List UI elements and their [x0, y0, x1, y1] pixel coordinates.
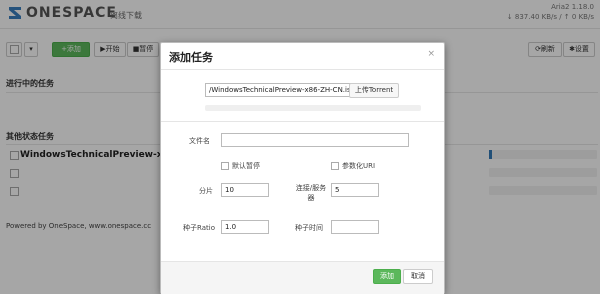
url-input[interactable]: /WindowsTechnicalPreview-x86-ZH-CN.iso: [205, 83, 351, 97]
seed-time-input[interactable]: [331, 220, 379, 234]
upload-torrent-button[interactable]: 上传Torrent: [349, 83, 399, 98]
seed-ratio-input[interactable]: 1.0: [221, 220, 269, 234]
param-uri-label: 参数化URI: [342, 162, 376, 170]
drop-zone[interactable]: [205, 105, 421, 111]
filename-input[interactable]: [221, 133, 409, 147]
cancel-button[interactable]: 取消: [403, 269, 433, 284]
checkbox-icon[interactable]: [221, 162, 229, 170]
split-input[interactable]: 10: [221, 183, 269, 197]
add-button[interactable]: 添加: [373, 269, 401, 284]
connections-input[interactable]: 5: [331, 183, 379, 197]
param-uri-option[interactable]: 参数化URI: [331, 161, 375, 171]
close-icon[interactable]: ×: [427, 49, 435, 59]
divider: [161, 69, 444, 70]
dialog-footer: [161, 261, 444, 294]
connections-label: 连接/服务器: [295, 184, 327, 202]
dialog-title: 添加任务: [169, 51, 213, 64]
divider: [161, 121, 444, 122]
seed-ratio-label: 种子Ratio: [183, 224, 215, 232]
filename-label: 文件名: [189, 137, 210, 145]
seed-time-label: 种子时间: [295, 224, 323, 232]
default-pause-option[interactable]: 默认暂停: [221, 161, 260, 171]
split-label: 分片: [199, 187, 213, 195]
checkbox-icon[interactable]: [331, 162, 339, 170]
default-pause-label: 默认暂停: [232, 162, 260, 170]
add-task-dialog: 添加任务 × /WindowsTechnicalPreview-x86-ZH-C…: [160, 42, 445, 294]
